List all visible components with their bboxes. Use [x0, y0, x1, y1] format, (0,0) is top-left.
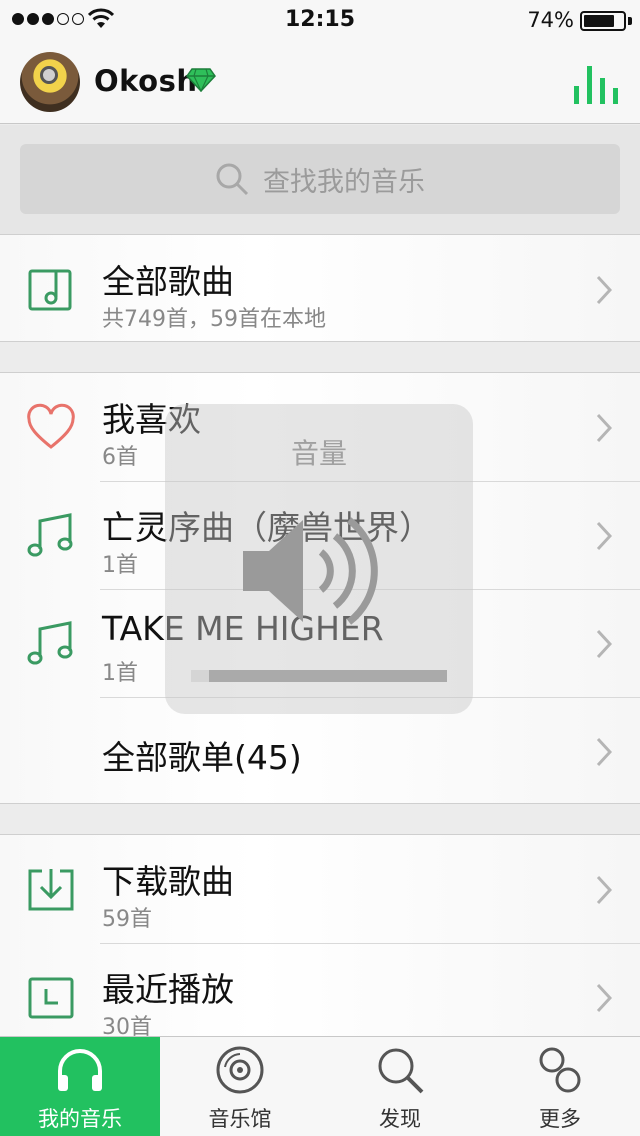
search-input[interactable]: 查找我的音乐: [20, 144, 620, 214]
search-icon: [216, 163, 249, 196]
speaker-icon: [243, 517, 378, 625]
chevron-right-icon: [596, 413, 612, 443]
chevron-right-icon: [596, 983, 612, 1013]
battery-icon: [580, 11, 626, 31]
volume-level-bar: [191, 670, 447, 682]
music-note-icon: [27, 513, 73, 557]
all-songs-section: 全部歌曲 共749首，59首在本地: [0, 234, 640, 342]
avatar[interactable]: [20, 52, 80, 112]
playlist-count: 6首: [102, 445, 138, 470]
tab-label: 更多: [539, 1107, 581, 1131]
chevron-right-icon: [596, 521, 612, 551]
battery-percent: 74%: [527, 8, 574, 32]
tab-bar: 我的音乐 音乐馆 发现 更多: [0, 1036, 640, 1136]
volume-title: 音量: [290, 437, 347, 470]
list-item-all-songs[interactable]: 全部歌曲 共749首，59首在本地: [0, 235, 640, 343]
more-link-icon: [539, 1047, 581, 1093]
tab-discover[interactable]: 发现: [320, 1037, 480, 1136]
username[interactable]: Okosh: [94, 64, 198, 98]
all-songs-title: 全部歌曲: [102, 262, 234, 301]
all-playlists-title: 全部歌单(45): [102, 738, 302, 777]
disc-icon: [216, 1046, 264, 1094]
now-playing-equalizer-icon[interactable]: [572, 64, 620, 104]
headphones-icon: [58, 1049, 102, 1091]
downloads-count: 59首: [102, 907, 152, 932]
tab-my-music[interactable]: 我的音乐: [0, 1037, 160, 1136]
volume-overlay: 音量: [165, 404, 473, 714]
profile-header: Okosh: [0, 40, 640, 124]
clock-icon: [28, 977, 74, 1019]
chevron-right-icon: [596, 629, 612, 659]
playlist-count: 1首: [102, 553, 138, 578]
list-item-downloads[interactable]: 下载歌曲 59首: [0, 835, 640, 943]
library-section: 下载歌曲 59首 最近播放 30首: [0, 834, 640, 1050]
volume-level-fill: [191, 670, 209, 682]
heart-icon: [27, 403, 75, 449]
search-area: 查找我的音乐: [0, 125, 640, 234]
download-icon: [28, 869, 74, 911]
music-note-icon: [27, 621, 73, 665]
music-file-icon: [28, 269, 72, 311]
tab-more[interactable]: 更多: [480, 1037, 640, 1136]
chevron-right-icon: [596, 275, 612, 305]
tab-label: 音乐馆: [208, 1107, 272, 1131]
chevron-right-icon: [596, 737, 612, 767]
all-songs-count: 共749首，59首在本地: [102, 307, 326, 332]
list-item-recent[interactable]: 最近播放 30首: [0, 943, 640, 1051]
playlist-count: 1首: [102, 661, 138, 686]
search-placeholder: 查找我的音乐: [263, 166, 425, 198]
recent-title: 最近播放: [102, 970, 234, 1009]
tab-label: 发现: [379, 1107, 421, 1131]
tab-music-hall[interactable]: 音乐馆: [160, 1037, 320, 1136]
downloads-title: 下载歌曲: [102, 862, 234, 901]
search-icon: [378, 1048, 424, 1094]
diamond-vip-icon: [186, 68, 216, 92]
status-bar: 12:15 74%: [0, 0, 640, 40]
chevron-right-icon: [596, 875, 612, 905]
tab-label: 我的音乐: [38, 1107, 122, 1131]
